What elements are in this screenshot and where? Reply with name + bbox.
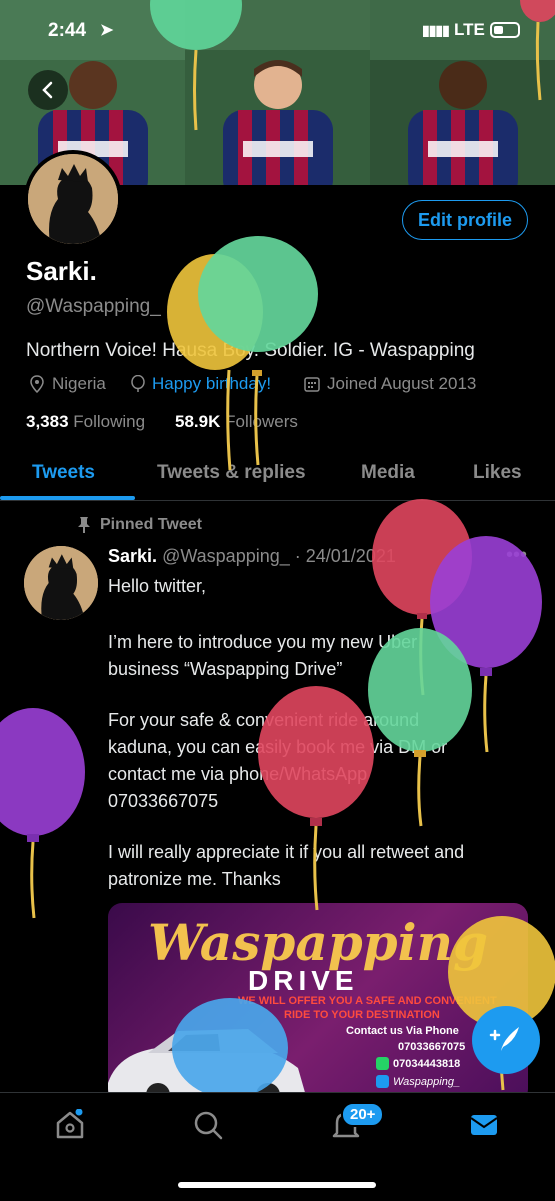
balloon-red-mid [258, 686, 374, 911]
balloon-red-top-right [520, 0, 555, 101]
compose-icon [489, 1027, 519, 1051]
birthday-balloons-overlay [0, 0, 555, 1098]
mail-icon[interactable] [468, 1109, 500, 1141]
notifications-badge: 20+ [341, 1102, 385, 1127]
home-icon[interactable] [54, 1109, 86, 1141]
balloon-green-mid [368, 628, 472, 827]
home-indicator [178, 1182, 376, 1188]
search-icon[interactable] [192, 1109, 224, 1141]
balloon-green-top [150, 0, 242, 131]
compose-tweet-button[interactable] [472, 1006, 540, 1074]
balloon-purple-left [0, 708, 85, 919]
balloon-blue-bottom [172, 998, 288, 1098]
